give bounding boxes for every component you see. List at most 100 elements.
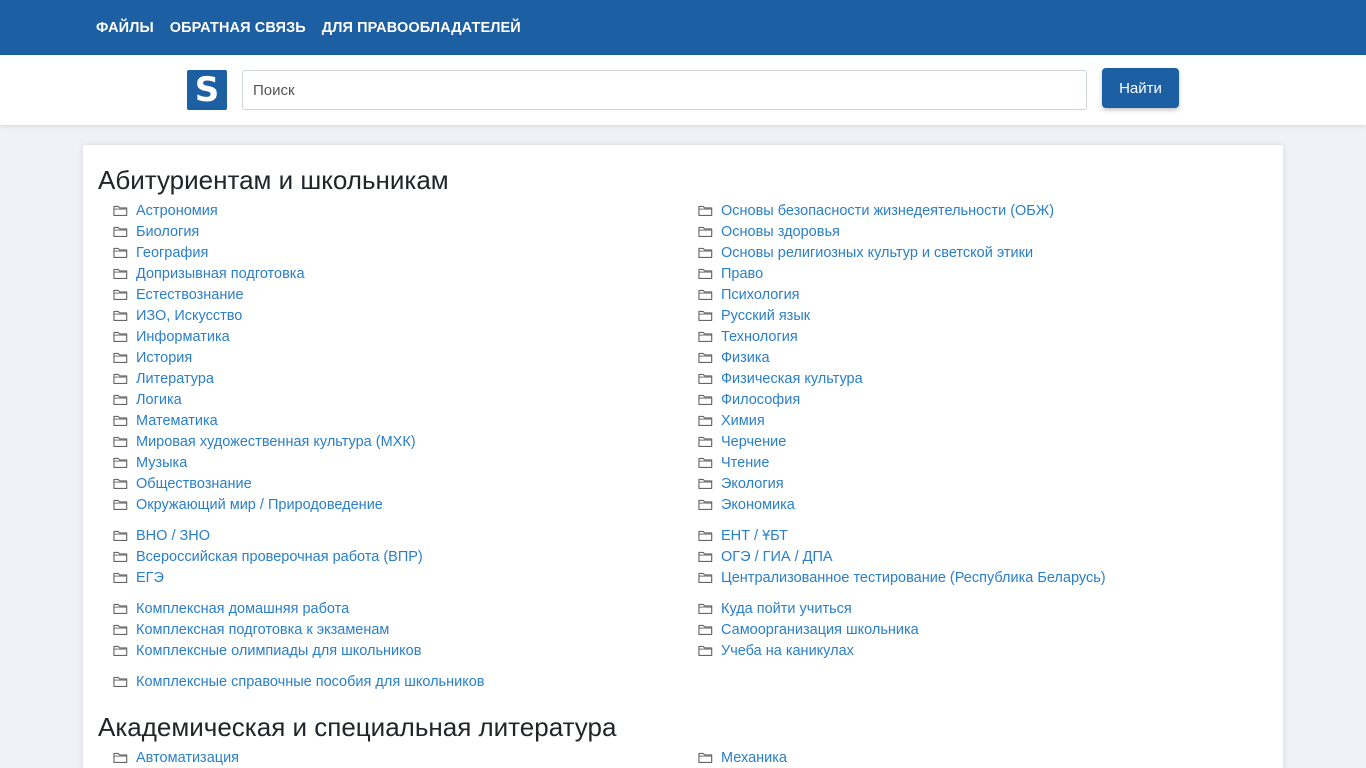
category-link[interactable]: ВНО / ЗНО [136,528,210,544]
category-link[interactable]: Самоорганизация школьника [721,622,919,638]
category-item[interactable]: ЕГЭ [113,567,164,588]
category-link[interactable]: Экономика [721,497,795,513]
category-item[interactable]: Логика [113,389,182,410]
site-logo[interactable]: S [187,70,227,110]
folder-icon [698,602,721,615]
category-link[interactable]: Биология [136,224,199,240]
category-link[interactable]: Философия [721,392,800,408]
category-link[interactable]: Автоматизация [136,750,239,766]
category-link[interactable]: Астрономия [136,203,218,219]
category-link[interactable]: ЕГЭ [136,570,164,586]
category-item[interactable]: Психология [698,284,800,305]
category-link[interactable]: Комплексные справочные пособия для школь… [136,674,485,690]
category-item[interactable]: Литература [113,368,214,389]
category-item[interactable]: Экология [698,473,784,494]
category-link[interactable]: ИЗО, Искусство [136,308,242,324]
category-link[interactable]: Физика [721,350,770,366]
category-link[interactable]: Окружающий мир / Природоведение [136,497,383,513]
category-link[interactable]: Химия [721,413,765,429]
category-link[interactable]: Право [721,266,763,282]
category-item[interactable]: География [113,242,208,263]
category-item[interactable]: Допризывная подготовка [113,263,305,284]
category-item[interactable]: Русский язык [698,305,810,326]
category-item[interactable]: Основы здоровья [698,221,840,242]
category-item[interactable]: Централизованное тестирование (Республик… [698,567,1106,588]
category-link[interactable]: Комплексная подготовка к экзаменам [136,622,389,638]
category-item[interactable]: Право [698,263,763,284]
nav-copyright-link[interactable]: ДЛЯ ПРАВООБЛАДАТЕЛЕЙ [322,20,521,36]
category-item[interactable]: ЕНТ / ҰБТ [698,525,788,546]
category-link[interactable]: Куда пойти учиться [721,601,852,617]
category-item[interactable]: Химия [698,410,765,431]
category-link[interactable]: География [136,245,208,261]
category-link[interactable]: Физическая культура [721,371,863,387]
category-link[interactable]: Технология [721,329,798,345]
category-link[interactable]: Механика [721,750,787,766]
search-button[interactable]: Найти [1102,68,1179,108]
category-item[interactable]: Естествознание [113,284,244,305]
category-link[interactable]: Основы безопасности жизнедеятельности (О… [721,203,1054,219]
nav-files-link[interactable]: ФАЙЛЫ [96,20,154,36]
category-item[interactable]: Куда пойти учиться [698,598,852,619]
category-link[interactable]: Русский язык [721,308,810,324]
category-item[interactable]: Физическая культура [698,368,863,389]
category-link[interactable]: Мировая художественная культура (МХК) [136,434,416,450]
category-item[interactable]: Философия [698,389,800,410]
nav-feedback-link[interactable]: ОБРАТНАЯ СВЯЗЬ [170,20,306,36]
category-link[interactable]: Комплексная домашняя работа [136,601,349,617]
category-link[interactable]: Учеба на каникулах [721,643,854,659]
category-link[interactable]: Всероссийская проверочная работа (ВПР) [136,549,423,565]
category-item[interactable]: Обществознание [113,473,252,494]
category-item[interactable]: Учеба на каникулах [698,640,854,661]
category-item[interactable]: Мировая художественная культура (МХК) [113,431,416,452]
category-link[interactable]: Информатика [136,329,230,345]
category-item[interactable]: Чтение [698,452,769,473]
category-link[interactable]: Литература [136,371,214,387]
category-link[interactable]: Черчение [721,434,786,450]
category-item[interactable]: ИЗО, Искусство [113,305,242,326]
category-item[interactable]: История [113,347,192,368]
category-item[interactable]: Астрономия [113,200,218,221]
category-item[interactable]: Комплексная подготовка к экзаменам [113,619,389,640]
category-item[interactable]: Автоматизация [113,747,239,768]
category-link[interactable]: Основы здоровья [721,224,840,240]
categories-card: Абитуриентам и школьникам Астрономия Биоло… [83,145,1283,768]
category-item[interactable]: Окружающий мир / Природоведение [113,494,383,515]
category-item[interactable]: Экономика [698,494,795,515]
category-link[interactable]: Музыка [136,455,187,471]
category-item[interactable]: Технология [698,326,798,347]
search-input[interactable] [242,70,1087,110]
category-item[interactable]: Комплексные справочные пособия для школь… [113,671,485,692]
category-item[interactable]: ВНО / ЗНО [113,525,210,546]
category-link[interactable]: Допризывная подготовка [136,266,305,282]
category-link[interactable]: Математика [136,413,218,429]
category-link[interactable]: ЕНТ / ҰБТ [721,528,788,544]
category-item[interactable]: Математика [113,410,218,431]
category-item[interactable]: Биология [113,221,199,242]
category-link[interactable]: Обществознание [136,476,252,492]
category-link[interactable]: Психология [721,287,800,303]
category-item[interactable]: Основы религиозных культур и светской эт… [698,242,1033,263]
category-item[interactable]: Комплексная домашняя работа [113,598,349,619]
category-link[interactable]: Основы религиозных культур и светской эт… [721,245,1033,261]
category-item[interactable]: Комплексные олимпиады для школьников [113,640,421,661]
category-item[interactable]: Черчение [698,431,786,452]
category-link[interactable]: История [136,350,192,366]
search-bar: S Найти [0,55,1366,125]
folder-icon [113,414,136,427]
category-item[interactable]: Всероссийская проверочная работа (ВПР) [113,546,423,567]
category-link[interactable]: Логика [136,392,182,408]
category-item[interactable]: Музыка [113,452,187,473]
category-item[interactable]: Информатика [113,326,230,347]
category-link[interactable]: Естествознание [136,287,244,303]
category-link[interactable]: Чтение [721,455,769,471]
category-link[interactable]: Централизованное тестирование (Республик… [721,570,1106,586]
category-link[interactable]: Комплексные олимпиады для школьников [136,643,421,659]
category-item[interactable]: Самоорганизация школьника [698,619,919,640]
category-link[interactable]: Экология [721,476,784,492]
category-item[interactable]: ОГЭ / ГИА / ДПА [698,546,833,567]
category-item[interactable]: Физика [698,347,770,368]
category-item[interactable]: Механика [698,747,787,768]
category-item[interactable]: Основы безопасности жизнедеятельности (О… [698,200,1054,221]
category-link[interactable]: ОГЭ / ГИА / ДПА [721,549,833,565]
